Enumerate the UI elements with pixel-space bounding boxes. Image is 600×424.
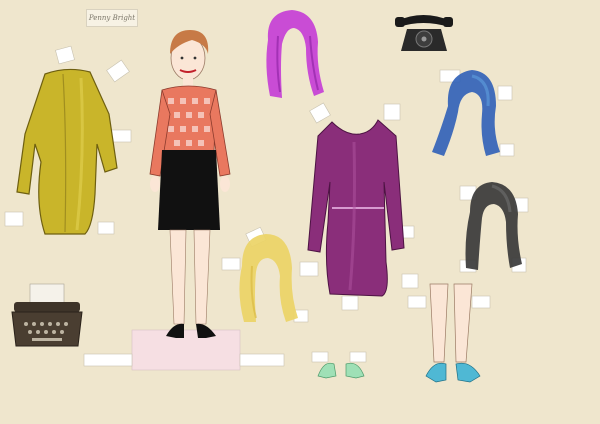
typewriter-icon: [8, 283, 86, 356]
teal-shoes-legs-cutout[interactable]: [406, 278, 496, 398]
mint-shoes-cutout[interactable]: [311, 350, 372, 382]
signature-text: Penny Bright: [88, 14, 136, 22]
blonde-wig-cutout[interactable]: [221, 226, 312, 330]
signature-card: Penny Bright: [86, 9, 138, 27]
blue-wig-cutout[interactable]: [426, 66, 516, 162]
purple-dress-cutout[interactable]: [299, 102, 420, 314]
black-wig-cutout[interactable]: [456, 176, 536, 280]
magenta-wig-cutout[interactable]: [258, 6, 328, 102]
rotary-telephone-icon: [393, 13, 455, 55]
yellow-dress-cutout[interactable]: [4, 44, 135, 244]
paper-doll-sheet: Penny Bright: [0, 0, 600, 424]
